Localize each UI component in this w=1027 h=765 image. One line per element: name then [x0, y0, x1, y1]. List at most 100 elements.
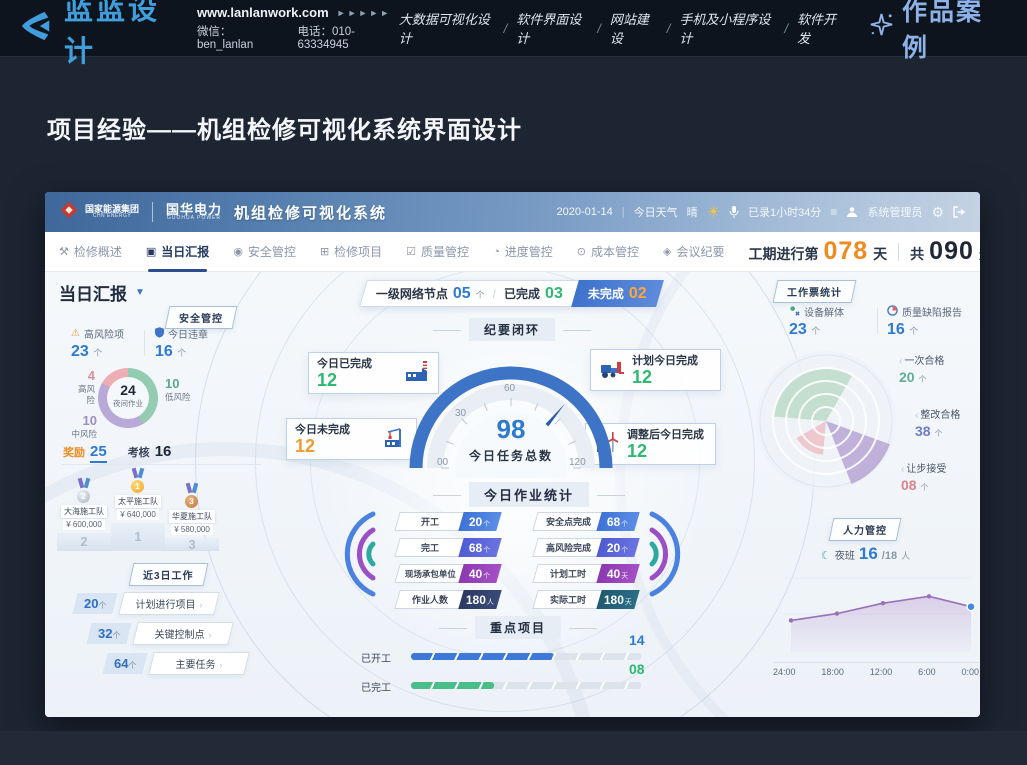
report-icon: ▣	[146, 245, 156, 258]
line-chart-x-axis: 24:0018:00 12:006:00 0:00	[773, 662, 979, 677]
tab-cost[interactable]: ⊙成本管控	[577, 232, 639, 272]
gold-medal-icon: 1	[130, 468, 146, 493]
main-tasks-item[interactable]: 64个 主要任务›	[105, 652, 247, 675]
stat-pill-workers: 作业人数 180人	[397, 590, 499, 609]
service-separator: /	[597, 21, 601, 36]
site-logo[interactable]: 蓝蓝设计	[18, 0, 181, 70]
divider	[61, 464, 261, 465]
notes-icon: ◈	[663, 245, 671, 258]
divider	[144, 330, 145, 356]
donut-center-label: 24 夜间作业	[98, 382, 158, 409]
page: 蓝蓝设计 www.lanlanwork.com ►►►►► 微信：ben_lan…	[0, 0, 1027, 765]
tab-daily-report[interactable]: ▣当日汇报	[146, 232, 209, 272]
stat-pill-contractors: 现场承包单位 40个	[397, 564, 499, 583]
service-mobile[interactable]: 手机及小程序设计	[679, 9, 775, 47]
record-duration: 已录1小时34分	[748, 204, 821, 220]
tab-overview[interactable]: ⚒检修概述	[59, 232, 122, 272]
stat-pill-highrisk-done: 高风险完成 20个	[535, 538, 637, 557]
system-title: 机组检修可视化系统	[234, 202, 387, 223]
grid-icon: ⊞	[320, 245, 329, 258]
podium-step: 2	[57, 533, 111, 551]
violation-stat: 今日违章 16 个	[155, 326, 208, 361]
tab-safety[interactable]: ◉安全管控	[233, 232, 296, 272]
sparkle-star-icon	[869, 12, 894, 44]
item-label: 关键控制点›	[133, 622, 235, 645]
lanlan-logo-icon	[18, 10, 56, 47]
started-count: 14	[629, 632, 645, 648]
silver-medal-icon: 2	[76, 478, 92, 503]
bronze-medal-icon: 3	[184, 483, 200, 508]
service-bigdata[interactable]: 大数据可视化设计	[399, 9, 495, 47]
services-nav: 大数据可视化设计 / 软件界面设计 / 网站建设 / 手机及小程序设计 / 软件…	[399, 9, 845, 47]
started-bar-label: 已开工	[361, 650, 391, 665]
warning-icon: ⚠	[71, 328, 80, 339]
tab-projects[interactable]: ⊞检修项目	[320, 232, 382, 272]
weather-value: 晴	[687, 204, 698, 220]
logout-icon[interactable]	[953, 206, 966, 218]
check-icon: ☑	[406, 245, 416, 258]
defect-clock-icon	[887, 305, 898, 319]
gauge-center-value: 98 今日任务总数	[401, 416, 621, 464]
portfolio-link[interactable]: 作品案例	[869, 0, 1001, 64]
dashboard-screenshot: 国家能源集团 CHN ENERGY 国华电力 GUOHUA POWER 机组检修…	[45, 192, 980, 717]
node-undone-count: 02	[629, 285, 647, 303]
team-name: 大海施工队	[61, 505, 107, 518]
dashboard-topbar: 国家能源集团 CHN ENERGY 国华电力 GUOHUA POWER 机组检修…	[45, 192, 980, 232]
planned-projects-item[interactable]: 20个 计划进行项目›	[75, 592, 217, 615]
gear-figure-icon	[789, 305, 800, 319]
site-header: 蓝蓝设计 www.lanlanwork.com ►►►►► 微信：ben_lan…	[0, 0, 1027, 57]
chevron-down-icon: ▼	[135, 287, 145, 298]
stat-pill-planned-hours: 计划工时 40天	[535, 564, 637, 583]
phone-contact: 电话：010-63334945	[297, 23, 398, 51]
microphone-icon[interactable]	[729, 205, 739, 219]
project-duration: 工期进行第 078 天 共 090 天	[748, 237, 980, 266]
first-pass-stat: ‹一次合格 20 个	[899, 352, 944, 385]
donut-low-risk-callout: 10低风险	[165, 376, 191, 403]
user-icon	[846, 206, 858, 218]
dashboard-nav: ⚒检修概述 ▣当日汇报 ◉安全管控 ⊞检修项目 ☑质量管控 ◔进度管控 ⊙成本管…	[45, 232, 980, 272]
key-control-points-item[interactable]: 32个 关键控制点›	[89, 622, 231, 645]
finished-progress-bar	[411, 682, 641, 689]
tab-quality[interactable]: ☑质量管控	[406, 232, 469, 272]
svg-text:60: 60	[504, 383, 516, 394]
podium-first-place: 1 太平施工队 ¥ 640,000 1	[111, 468, 165, 551]
divider	[152, 202, 153, 222]
org2-name-en: GUOHUA POWER	[166, 216, 222, 221]
chevron-right-icon: ›	[220, 660, 223, 670]
work-stats-title: 今日作业统计	[469, 482, 589, 507]
logo-text: 蓝蓝设计	[64, 0, 181, 70]
weather-label: 今日天气	[634, 204, 678, 220]
node-done-count: 03	[545, 285, 563, 303]
arrows-decoration: ►►►►►	[337, 8, 392, 18]
stat-pill-safety-points: 安全点完成 68个	[535, 512, 637, 531]
service-dev[interactable]: 软件开发	[797, 9, 845, 47]
rework-pass-stat: ‹整改合格 38 个	[915, 406, 960, 439]
list-icon[interactable]: ≡	[830, 205, 837, 219]
shield-icon: ◉	[233, 245, 243, 258]
podium-second-place: 2 大海施工队 ¥ 600,000 2	[57, 478, 111, 551]
stat-pill-started: 开工 20个	[397, 512, 499, 531]
service-separator: /	[784, 21, 788, 36]
concession-stat: ‹让步接受 08 个	[901, 460, 946, 493]
daily-report-dropdown[interactable]: 当日汇报 ▼	[59, 280, 145, 305]
podium-step: 3	[165, 538, 219, 551]
key-projects-title: 重点项目	[475, 616, 561, 639]
reward-assess-row: 奖励 25 考核 16	[63, 443, 171, 463]
date-display: 2020-01-14	[556, 206, 612, 218]
shield-icon	[155, 327, 164, 341]
finished-bar-label: 已完工	[361, 679, 391, 694]
moon-icon: ☾	[821, 549, 831, 562]
manpower-badge: 人力管控	[829, 518, 902, 541]
manpower-line-chart	[779, 568, 975, 656]
gear-icon[interactable]: ⚙	[931, 204, 944, 221]
site-url[interactable]: www.lanlanwork.com	[197, 5, 329, 20]
tab-progress[interactable]: ◔进度管控	[493, 232, 553, 272]
item-label: 计划进行项目›	[119, 592, 221, 615]
count-chip: 32个	[86, 623, 132, 644]
team-name: 太平施工队	[115, 495, 161, 508]
user-role[interactable]: 系统管理员	[867, 204, 922, 220]
service-software-ui[interactable]: 软件界面设计	[516, 9, 588, 47]
tab-minutes[interactable]: ◈会议纪要	[663, 232, 724, 272]
quality-defect-stat: 质量缺陷报告 16 个	[887, 304, 962, 339]
service-website[interactable]: 网站建设	[610, 9, 658, 47]
